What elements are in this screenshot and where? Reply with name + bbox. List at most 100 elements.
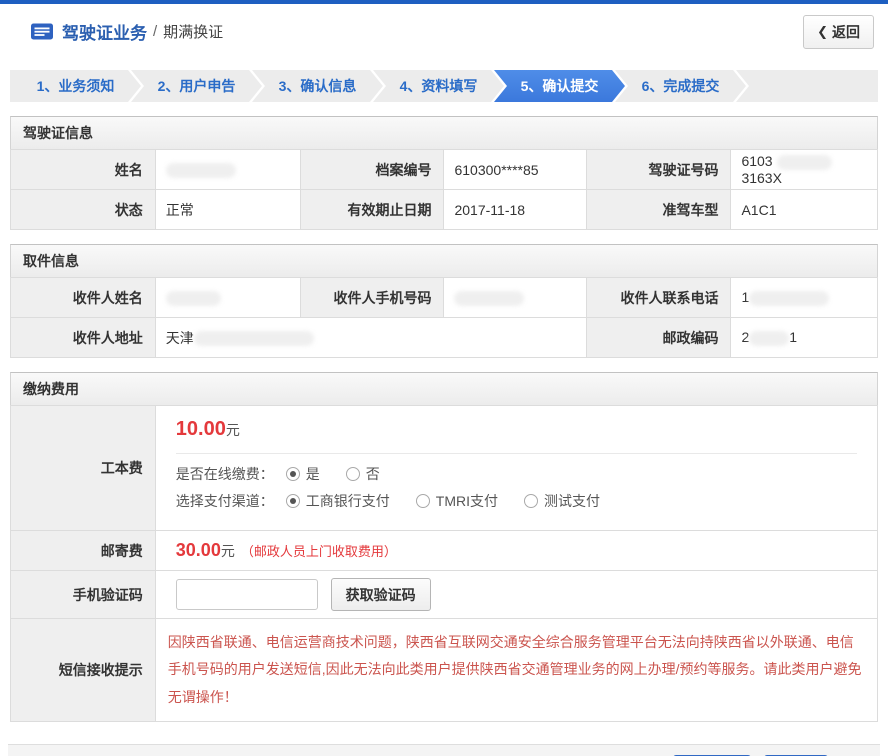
- table-row: 短信接收提示 因陕西省联通、电信运营商技术问题，陕西省互联网交通安全综合服务管理…: [11, 619, 878, 722]
- captcha-label: 手机验证码: [11, 571, 156, 619]
- postal-code-label: 邮政编码: [586, 318, 731, 358]
- radio-online-no-label: 否: [366, 464, 380, 484]
- back-arrow-icon: ❮: [817, 24, 828, 40]
- license-number-label: 驾驶证号码: [586, 150, 731, 190]
- table-row: 邮寄费 30.00元 （邮政人员上门收取费用）: [11, 531, 878, 571]
- breadcrumb-current: 期满换证: [163, 21, 223, 42]
- sms-notice-text: 因陕西省联通、电信运营商技术问题，陕西省互联网交通安全综合服务管理平台无法向持陕…: [168, 629, 865, 711]
- step-3-confirm-info[interactable]: 3、确认信息: [252, 70, 383, 102]
- table-row: 收件人地址 天津 邮政编码 21: [11, 318, 878, 358]
- pickup-section-title: 取件信息: [10, 244, 878, 277]
- recipient-name-value: [155, 278, 300, 318]
- redacted-recipient-name: [166, 291, 221, 306]
- redacted-recipient-mobile: [454, 291, 524, 306]
- radio-unselected-icon: [416, 494, 430, 508]
- work-fee-amount-line: 10.00元: [176, 418, 857, 441]
- radio-online-no[interactable]: 否: [346, 464, 380, 484]
- license-number-suffix: 3163X: [741, 170, 781, 186]
- pickup-info-table: 收件人姓名 收件人手机号码 收件人联系电话 1 收件人地址 天津 邮政编码 21: [10, 277, 878, 358]
- step-label: 2、用户申告: [158, 76, 236, 96]
- pay-channel-row: 选择支付渠道： 工商银行支付 TMRI支付 测试支付: [176, 491, 857, 511]
- step-label: 3、确认信息: [279, 76, 357, 96]
- expiry-label: 有效期止日期: [300, 190, 444, 230]
- recipient-address-value: 天津: [155, 318, 586, 358]
- pickup-info-section: 取件信息 收件人姓名 收件人手机号码 收件人联系电话 1 收件人地址 天津 邮政…: [10, 244, 878, 358]
- step-bar-filler: [736, 70, 878, 102]
- step-2-user-declaration[interactable]: 2、用户申告: [131, 70, 262, 102]
- recipient-phone-value: 1: [731, 278, 878, 318]
- table-row: 手机验证码 获取验证码: [11, 571, 878, 619]
- radio-channel-test-label: 测试支付: [544, 491, 600, 511]
- work-fee-label: 工本费: [11, 406, 156, 531]
- fees-section: 缴纳费用 工本费 10.00元 是否在线缴费： 是 否 选择支付渠道： 工商银行…: [10, 372, 878, 722]
- recipient-address-prefix: 天津: [166, 330, 194, 346]
- radio-channel-test[interactable]: 测试支付: [524, 491, 600, 511]
- recipient-mobile-label: 收件人手机号码: [300, 278, 444, 318]
- step-1-business-notice[interactable]: 1、业务须知: [10, 70, 141, 102]
- radio-channel-icbc[interactable]: 工商银行支付: [286, 491, 390, 511]
- postage-fee-label: 邮寄费: [11, 531, 156, 571]
- license-section-title: 驾驶证信息: [10, 116, 878, 149]
- license-info-table: 姓名 档案编号 610300****85 驾驶证号码 6103 3163X 状态…: [10, 149, 878, 230]
- step-progress-bar: 1、业务须知 2、用户申告 3、确认信息 4、资料填写 5、确认提交 6、完成提…: [10, 70, 878, 102]
- table-row: 收件人姓名 收件人手机号码 收件人联系电话 1: [11, 278, 878, 318]
- name-value: [155, 150, 300, 190]
- name-label: 姓名: [11, 150, 156, 190]
- step-label: 1、业务须知: [37, 76, 115, 96]
- get-captcha-button[interactable]: 获取验证码: [331, 578, 431, 611]
- sms-notice-cell: 因陕西省联通、电信运营商技术问题，陕西省互联网交通安全综合服务管理平台无法向持陕…: [155, 619, 877, 722]
- postal-code-prefix: 2: [741, 329, 749, 345]
- file-number-value: 610300****85: [444, 150, 586, 190]
- postage-fee-note: （邮政人员上门收取费用）: [241, 544, 397, 559]
- radio-online-yes[interactable]: 是: [286, 464, 320, 484]
- table-row: 工本费 10.00元 是否在线缴费： 是 否 选择支付渠道： 工商银行支付 TM…: [11, 406, 878, 531]
- step-label: 6、完成提交: [642, 76, 720, 96]
- status-value: 正常: [155, 190, 300, 230]
- fee-divider: [176, 453, 857, 454]
- vehicle-type-value: A1C1: [731, 190, 878, 230]
- radio-selected-icon: [286, 467, 300, 481]
- redacted-recipient-address: [194, 331, 314, 346]
- page-header: 驾驶证业务 / 期满换证 ❮ 返回: [0, 4, 888, 58]
- recipient-name-label: 收件人姓名: [11, 278, 156, 318]
- redacted-postal-code: [749, 331, 789, 346]
- captcha-cell: 获取验证码: [155, 571, 877, 619]
- file-number-label: 档案编号: [300, 150, 444, 190]
- redacted-name: [166, 163, 236, 178]
- vehicle-type-label: 准驾车型: [586, 190, 731, 230]
- radio-channel-tmri-label: TMRI支付: [436, 491, 498, 511]
- postal-code-value: 21: [731, 318, 878, 358]
- radio-unselected-icon: [524, 494, 538, 508]
- postage-fee-cell: 30.00元 （邮政人员上门收取费用）: [155, 531, 877, 571]
- radio-unselected-icon: [346, 467, 360, 481]
- work-fee-amount: 10.00: [176, 418, 226, 440]
- radio-selected-icon: [286, 494, 300, 508]
- radio-channel-icbc-label: 工商银行支付: [306, 491, 390, 511]
- license-info-section: 驾驶证信息 姓名 档案编号 610300****85 驾驶证号码 6103 31…: [10, 116, 878, 230]
- captcha-input[interactable]: [176, 579, 318, 610]
- page-title: 驾驶证业务: [62, 19, 147, 44]
- license-number-prefix: 6103: [741, 153, 772, 169]
- back-button[interactable]: ❮ 返回: [803, 15, 874, 49]
- step-4-fill-data[interactable]: 4、资料填写: [373, 70, 504, 102]
- postal-code-suffix: 1: [789, 329, 797, 345]
- postage-fee-amount: 30.00: [176, 540, 221, 560]
- radio-channel-tmri[interactable]: TMRI支付: [416, 491, 498, 511]
- back-button-label: 返回: [832, 22, 860, 42]
- online-pay-row: 是否在线缴费： 是 否: [176, 464, 857, 484]
- step-6-complete-submit[interactable]: 6、完成提交: [615, 70, 746, 102]
- status-label: 状态: [11, 190, 156, 230]
- step-label: 4、资料填写: [400, 76, 478, 96]
- table-row: 状态 正常 有效期止日期 2017-11-18 准驾车型 A1C1: [11, 190, 878, 230]
- redacted-license-number: [777, 155, 832, 170]
- currency-unit: 元: [226, 422, 240, 438]
- step-5-confirm-submit[interactable]: 5、确认提交: [494, 70, 625, 102]
- breadcrumb-separator: /: [153, 23, 157, 40]
- sms-notice-label: 短信接收提示: [11, 619, 156, 722]
- currency-unit: 元: [221, 543, 235, 559]
- recipient-address-label: 收件人地址: [11, 318, 156, 358]
- fees-section-title: 缴纳费用: [10, 372, 878, 405]
- expiry-value: 2017-11-18: [444, 190, 586, 230]
- fees-table: 工本费 10.00元 是否在线缴费： 是 否 选择支付渠道： 工商银行支付 TM…: [10, 405, 878, 722]
- table-row: 姓名 档案编号 610300****85 驾驶证号码 6103 3163X: [11, 150, 878, 190]
